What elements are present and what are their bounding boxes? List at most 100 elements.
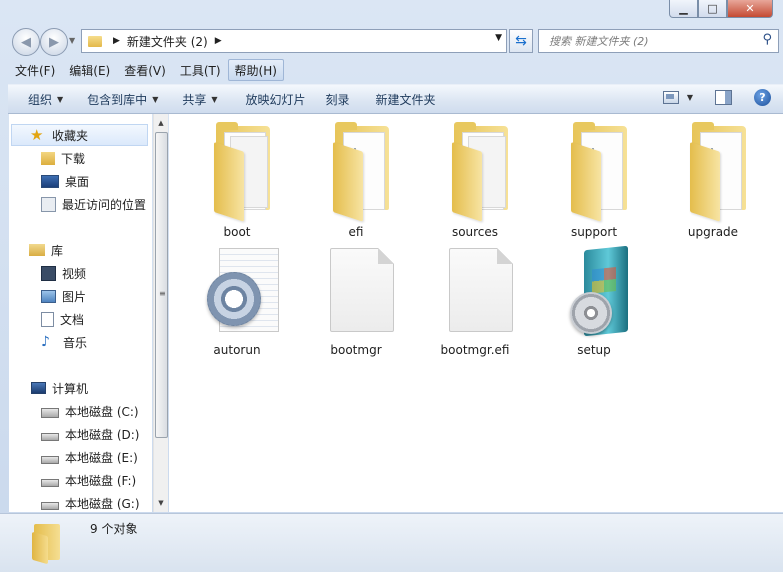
disc-icon: [570, 292, 612, 334]
library-icon: [29, 244, 45, 256]
desktop-icon: [41, 174, 59, 188]
toolbar-icons: ▼ ?: [662, 89, 771, 106]
help-icon[interactable]: ?: [754, 89, 771, 106]
breadcrumb-chevron-icon[interactable]: ▶: [215, 36, 222, 46]
folder-icon: [425, 118, 525, 222]
breadcrumb-chevron-icon[interactable]: ▶: [113, 36, 120, 46]
sidebar-item-label: 桌面: [65, 174, 90, 189]
menu-edit[interactable]: 编辑(E): [62, 59, 117, 81]
share-button[interactable]: 共享 ▼: [168, 91, 227, 108]
sidebar-item-libraries[interactable]: 库: [29, 239, 63, 261]
file-item-autorun[interactable]: autorun: [187, 244, 287, 357]
menu-tools[interactable]: 工具(T): [173, 59, 228, 81]
sidebar-item-label: 本地磁盘 (E:): [65, 450, 138, 465]
hard-drive-icon: [41, 433, 59, 441]
file-name-label: sources: [451, 225, 499, 239]
sidebar-item-drive-d[interactable]: 本地磁盘 (D:): [41, 423, 139, 445]
file-name-label: bootmgr: [330, 343, 382, 357]
organize-label: 组织: [28, 92, 53, 107]
search-input[interactable]: [547, 31, 756, 51]
item-count: 9 个对象: [90, 522, 138, 536]
menu-view[interactable]: 查看(V): [117, 59, 173, 81]
sidebar-item-desktop[interactable]: 桌面: [41, 170, 89, 192]
file-item-boot[interactable]: boot: [187, 118, 287, 239]
sidebar-item-drive-e[interactable]: 本地磁盘 (E:): [41, 446, 138, 468]
sidebar-item-favorites[interactable]: ★ 收藏夹: [11, 124, 148, 146]
file-item-efi[interactable]: efi: [306, 118, 406, 239]
back-button[interactable]: ◀: [12, 28, 40, 56]
burn-label: 刻录: [325, 92, 350, 107]
recent-pages-dropdown[interactable]: ▼: [69, 36, 75, 45]
file-name-label: boot: [223, 225, 251, 239]
menu-file[interactable]: 文件(F): [8, 59, 62, 81]
sidebar-item-label: 最近访问的位置: [62, 197, 147, 212]
scroll-down-arrow-icon[interactable]: ▼: [154, 496, 168, 510]
file-item-support[interactable]: support: [544, 118, 644, 239]
sidebar-item-computer[interactable]: 计算机: [31, 377, 88, 399]
change-view-icon[interactable]: [662, 91, 679, 104]
sidebar-item-pictures[interactable]: 图片: [41, 285, 86, 307]
sidebar-scrollbar[interactable]: ▲ ≡ ▼: [153, 114, 168, 512]
hard-drive-icon: [41, 479, 59, 487]
hard-drive-icon: [41, 502, 59, 510]
sidebar-item-drive-c[interactable]: 本地磁盘 (C:): [41, 400, 139, 422]
new-folder-label: 新建文件夹: [375, 92, 436, 107]
menu-help[interactable]: 帮助(H): [227, 59, 284, 81]
sidebar-item-recent-places[interactable]: 最近访问的位置: [41, 193, 146, 215]
sidebar-item-downloads[interactable]: 下载: [41, 147, 85, 169]
address-history-dropdown[interactable]: ▼: [495, 33, 502, 43]
slideshow-button[interactable]: 放映幻灯片: [228, 91, 316, 108]
address-bar[interactable]: ▶ 新建文件夹 (2) ▶ ▼: [81, 29, 507, 53]
forward-button[interactable]: ▶: [40, 28, 68, 56]
video-icon: [41, 265, 56, 281]
hard-drive-icon: [41, 456, 59, 464]
folder-icon: [88, 35, 102, 47]
search-icon[interactable]: ⚲: [762, 32, 772, 47]
file-item-upgrade[interactable]: upgrade: [663, 118, 763, 239]
sidebar-item-drive-g[interactable]: 本地磁盘 (G:): [41, 492, 140, 512]
folder-icon: [187, 118, 287, 222]
burn-button[interactable]: 刻录: [316, 91, 360, 108]
sidebar-item-label: 本地磁盘 (D:): [65, 427, 140, 442]
file-item-bootmgr[interactable]: bootmgr: [306, 244, 406, 357]
minimize-button[interactable]: ▁: [669, 0, 698, 18]
blank-file-icon: [306, 244, 406, 340]
share-label: 共享: [182, 92, 207, 107]
navigation-bar: ◀ ▶ ▼ ▶ 新建文件夹 (2) ▶ ▼ ⇆ ⚲: [0, 26, 783, 56]
command-toolbar: 组织 ▼ 包含到库中 ▼ 共享 ▼ 放映幻灯片 刻录 新建文件夹 ▼ ?: [8, 84, 783, 114]
star-icon: ★: [30, 126, 44, 144]
sidebar-item-label: 本地磁盘 (F:): [65, 473, 137, 488]
file-item-bootmgr-efi[interactable]: bootmgr.efi: [425, 244, 525, 357]
sidebar-item-drive-f[interactable]: 本地磁盘 (F:): [41, 469, 136, 491]
computer-icon: [31, 382, 46, 394]
include-in-library-button[interactable]: 包含到库中 ▼: [73, 91, 168, 108]
file-item-setup[interactable]: setup: [544, 244, 644, 357]
sidebar-item-videos[interactable]: 视频: [41, 262, 86, 284]
include-in-library-label: 包含到库中: [87, 92, 148, 107]
breadcrumb-current-folder[interactable]: 新建文件夹 (2): [127, 33, 208, 50]
installer-box-icon: [544, 244, 644, 340]
sidebar-item-label: 下载: [61, 151, 86, 166]
folder-icon: [663, 118, 763, 222]
refresh-button[interactable]: ⇆: [509, 29, 533, 53]
details-pane: 9 个对象: [0, 513, 783, 572]
view-options-dropdown[interactable]: ▼: [687, 93, 693, 102]
gear-icon: [207, 272, 261, 326]
music-note-icon: ♪: [41, 334, 50, 350]
file-name-label: autorun: [213, 343, 261, 357]
sidebar-item-label: 收藏夹: [52, 128, 89, 143]
folder-icon: [30, 522, 64, 565]
new-folder-button[interactable]: 新建文件夹: [360, 91, 446, 108]
scroll-up-arrow-icon[interactable]: ▲: [154, 116, 168, 130]
preview-pane-icon[interactable]: [715, 90, 732, 105]
file-name-label: setup: [577, 343, 611, 357]
window-controls: ▁ □ ✕: [669, 0, 773, 18]
sidebar-item-documents[interactable]: 文档: [41, 308, 84, 330]
organize-button[interactable]: 组织 ▼: [8, 91, 73, 108]
file-item-sources[interactable]: sources: [425, 118, 525, 239]
sidebar-item-music[interactable]: ♪ 音乐: [41, 331, 87, 353]
close-button[interactable]: ✕: [727, 0, 773, 18]
refresh-icon: ⇆: [515, 33, 527, 49]
maximize-button[interactable]: □: [698, 0, 727, 18]
scrollbar-thumb[interactable]: ≡: [155, 132, 168, 438]
